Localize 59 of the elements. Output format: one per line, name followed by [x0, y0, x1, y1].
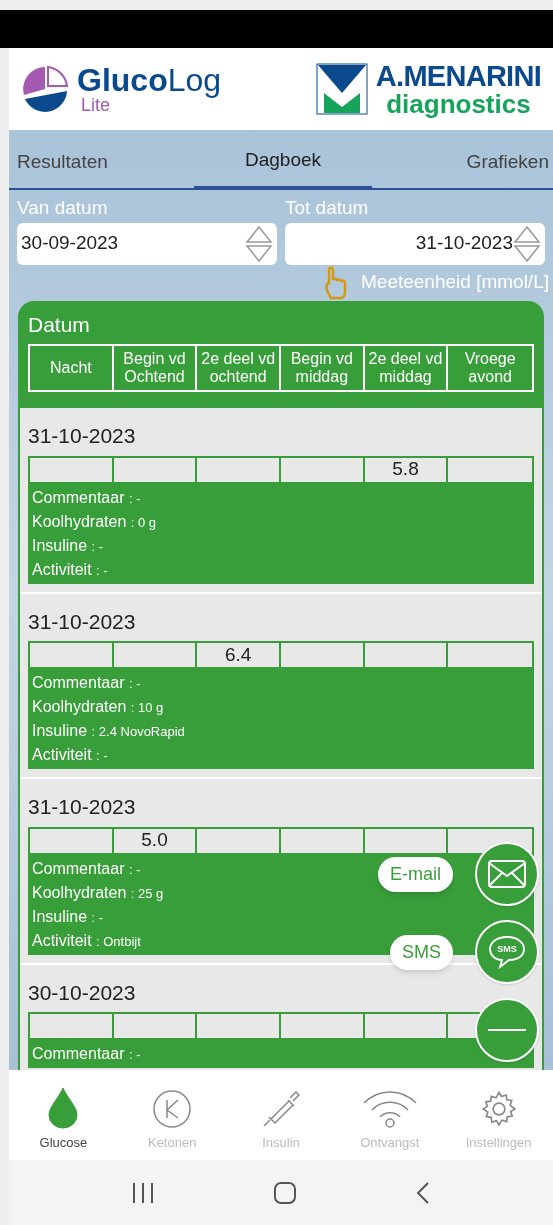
detail-text: Commentaar : - [32, 858, 141, 879]
column-header: Vroege avond [463, 348, 517, 387]
reading-cell: 5.8 [364, 457, 449, 482]
detail-text: Insuline : 2.4 NovoRapid [32, 721, 185, 741]
detail-text: Insuline : - [32, 906, 104, 927]
spinner-arrows-icon[interactable] [245, 223, 273, 264]
nav-tab[interactable]: Ketonen [122, 1088, 223, 1152]
app-logo-text: GlucoLog [77, 64, 222, 96]
column-header: 2e deel vd ochtend [197, 346, 281, 390]
tab[interactable]: Resultaten [9, 130, 195, 188]
detail-text: Koolhydraten : 0 g [32, 511, 157, 532]
detail-text: Koolhydraten : 10 g [32, 697, 164, 717]
brand-logo-icon [315, 63, 368, 115]
wireless-icon [361, 1088, 418, 1129]
pointing-hand-drawing [323, 265, 349, 300]
circled-letter-icon [152, 1088, 193, 1129]
detail-text: Insuline : - [32, 535, 104, 556]
entry-date: 31-10-2023 [28, 794, 137, 820]
nav-tab[interactable]: Insulin [231, 1088, 331, 1152]
detail-text: Koolhydraten : 25 g [32, 882, 164, 903]
syringe-icon [261, 1088, 301, 1129]
nav-tab[interactable]: Ontvangst [339, 1088, 440, 1152]
field-label: Van datum [17, 196, 109, 220]
table-title: Datum [28, 311, 91, 338]
nav-tab[interactable]: Instellingen [448, 1088, 549, 1152]
home-icon[interactable] [273, 1180, 297, 1205]
field-label: Tot datum [285, 196, 370, 220]
detail-text: Activiteit : - [32, 559, 108, 580]
column-header: Begin vd middag [281, 346, 365, 390]
detail-text: Commentaar : - [32, 487, 141, 508]
speech-bubble-icon: SMS [488, 935, 526, 969]
recent-apps-icon[interactable] [132, 1181, 155, 1204]
entry-date: 31-10-2023 [28, 608, 137, 635]
nav-tab[interactable]: Glucose [13, 1086, 114, 1152]
brand-subtitle: diagnostics [386, 90, 531, 117]
detail-text: Commentaar : - [32, 1044, 141, 1064]
column-header: Nacht [30, 346, 114, 390]
pie-logo-icon [21, 65, 69, 113]
column-header: 2e deel vd middag [364, 346, 449, 390]
detail-text: Activiteit : - [32, 745, 108, 765]
reading-cell: 6.4 [197, 643, 281, 667]
drop-icon [48, 1086, 79, 1129]
date-field[interactable]: 31-10-2023 [285, 222, 545, 265]
column-header: Begin vd Ochtend [113, 346, 198, 390]
entry-date: 30-10-2023 [28, 979, 137, 1006]
unit-label: Meeteenheid [mmol/L] [361, 270, 549, 295]
tab[interactable]: Dagboek [194, 130, 372, 190]
detail-text: Activiteit : Ontbijt [32, 930, 141, 951]
back-icon[interactable] [415, 1180, 430, 1205]
entry-date: 31-10-2023 [28, 423, 137, 449]
tab[interactable]: Grafieken [371, 130, 553, 188]
brand-name: A.MENARINI [375, 61, 541, 91]
envelope-icon [488, 860, 526, 888]
reading-cell: 5.0 [113, 828, 198, 853]
spinner-arrows-icon[interactable] [513, 223, 541, 264]
app-logo-subtitle: Lite [81, 96, 112, 114]
detail-text: Commentaar : - [32, 673, 141, 693]
date-field[interactable]: 30-09-2023 [17, 222, 277, 265]
minus-icon [488, 1029, 526, 1031]
